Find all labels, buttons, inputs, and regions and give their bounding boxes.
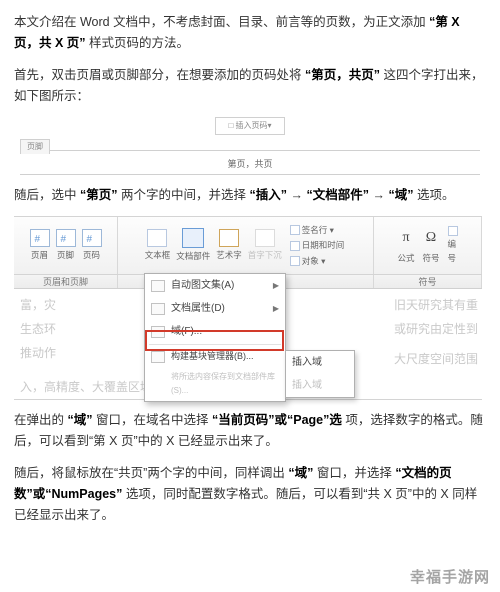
wordart-button[interactable]: 艺术字 [214,229,244,262]
footer-diagram: □ 插入页码▾ 页脚 第页，共页 [20,117,480,175]
footer-tab: 页脚 [20,139,50,154]
text: → [372,188,388,202]
label: 首字下沉 [248,248,282,262]
ribbon-group-symbols: π公式 Ω符号 编号 [374,217,482,274]
group-label: 页眉和页脚 [14,275,118,288]
chevron-right-icon: ▶ [273,279,279,293]
ribbon-group-headerfooter: 页眉 页脚 页码 [14,217,118,274]
label: 域(F)... [171,323,202,340]
text: 样式页码的方法。 [89,36,189,50]
submenu-insertfield-2: 插入域 [286,374,354,397]
text: 首先，双击页眉或页脚部分，在想要添加的页码处将 [14,68,302,82]
label: 将所选内容保存到文档部件库(S)... [171,370,279,397]
label: 自动图文集(A) [171,277,234,294]
paragraph-5: 随后，将鼠标放在“共页”两个字的中间，同样调出 “域” 窗口，并选择 “文档的页… [14,463,486,527]
text: 窗口，在域名中选择 [96,413,209,427]
text: 两个字的中间，并选择 [121,188,246,202]
ribbon: 页眉 页脚 页码 文本框 文档部件 艺术字 首字下沉 签名行 ▾ 日期和时间 对… [14,217,482,275]
ghost-text: 推动作 [20,343,56,363]
submenu: 插入域 插入域 [285,350,355,398]
bold-text: “第页” [80,188,118,202]
bold-text: “域” [388,188,413,202]
ghost-text: 或研究由定性到 [394,319,478,339]
paragraph-4: 在弹出的 “域” 窗口，在域名中选择 “当前页码”或“Page”选 项，选择数字… [14,410,486,453]
dropcap-button[interactable]: 首字下沉 [246,229,284,262]
header-button[interactable]: 页眉 [28,229,52,262]
ribbon-group-text: 文本框 文档部件 艺术字 首字下沉 签名行 ▾ 日期和时间 对象 ▾ [118,217,374,274]
label: 签名行 ▾ [302,223,334,237]
group-label: 符号 [374,275,482,288]
bold-text: “第页，共页” [305,68,380,82]
footer-center-text: 第页，共页 [20,155,480,175]
equation-button[interactable]: π公式 [395,226,416,265]
separator [149,344,281,345]
label: 日期和时间 [302,238,345,252]
bold-text: “域” [68,413,93,427]
text: 选项。 [417,188,455,202]
symbol-button[interactable]: Ω符号 [421,226,442,265]
label: 页码 [83,248,100,262]
label: 页脚 [57,248,74,262]
menu-docproperty[interactable]: 文档属性(D) ▶ [145,297,285,320]
bold-text: “当前页码”或“Page”选 [212,413,342,427]
label: 编号 [448,237,458,266]
label: 艺术字 [216,248,242,262]
menu-buildingblocks[interactable]: 构建基块管理器(B)... [145,346,285,367]
menu-field[interactable]: 域(F)... [145,320,285,343]
bold-text: “文档部件” [306,188,369,202]
quickparts-dropdown: 自动图文集(A) ▶ 文档属性(D) ▶ 域(F)... 构建基块管理器(B)...… [144,273,286,401]
menu-savetogallery: 将所选内容保存到文档部件库(S)... [145,367,285,400]
label: 插入域 [292,354,322,371]
label: 公式 [397,251,414,265]
insert-pagenum-label: □ 插入页码▾ [215,117,285,135]
label: 文本框 [145,248,171,262]
submenu-insertfield-1[interactable]: 插入域 [286,351,354,374]
ghost-text: 旧天研究其有重 [394,295,478,315]
pagenumber-button[interactable]: 页码 [80,229,104,262]
bold-text: “域” [288,466,313,480]
footer-button[interactable]: 页脚 [54,229,78,262]
paragraph-2: 首先，双击页眉或页脚部分，在想要添加的页码处将 “第页，共页” 这四个字打出来，… [14,65,486,108]
bold-text: “插入” [250,188,288,202]
watermark: 幸福手游网 [410,565,490,591]
paragraph-1: 本文介绍在 Word 文档中，不考虑封面、目录、前言等的页数，为正文添加 “第 … [14,12,486,55]
datetime-button[interactable]: 日期和时间 [290,238,345,252]
text: 在弹出的 [14,413,64,427]
label: 文档属性(D) [171,300,225,317]
ghost-text: 大尺度空间范围 [394,349,478,369]
textbox-button[interactable]: 文本框 [143,229,173,262]
object-button[interactable]: 对象 ▾ [290,254,326,268]
label: 对象 ▾ [302,254,326,268]
text: 随后，将鼠标放在“共页”两个字的中间，同样调出 [14,466,285,480]
paragraph-3: 随后，选中 “第页” 两个字的中间，并选择 “插入” → “文档部件” → “域… [14,185,486,206]
word-ribbon-screenshot: 页眉 页脚 页码 文本框 文档部件 艺术字 首字下沉 签名行 ▾ 日期和时间 对… [14,216,482,400]
label: 文档部件 [176,249,210,263]
text: → [291,188,307,202]
label: 构建基块管理器(B)... [171,349,254,364]
text: 窗口，并选择 [317,466,392,480]
text-right-stack: 签名行 ▾ 日期和时间 对象 ▾ [286,223,349,268]
signature-button[interactable]: 签名行 ▾ [290,223,334,237]
chevron-right-icon: ▶ [273,302,279,316]
text: 随后，选中 [14,188,77,202]
text: 本文介绍在 Word 文档中，不考虑封面、目录、前言等的页数，为正文添加 [14,15,426,29]
ghost-text: 富，灾 [20,295,56,315]
label: 页眉 [31,248,48,262]
ghost-text: 生态环 [20,319,56,339]
label: 插入域 [292,377,322,394]
number-button[interactable]: 编号 [446,226,460,266]
label: 符号 [423,251,440,265]
quickparts-button[interactable]: 文档部件 [174,228,212,263]
hline [50,143,480,151]
menu-autotext[interactable]: 自动图文集(A) ▶ [145,274,285,297]
